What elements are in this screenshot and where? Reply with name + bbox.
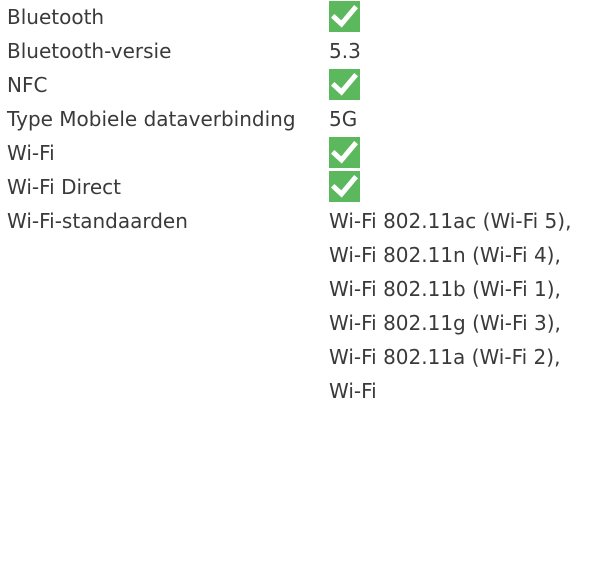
spec-value: [329, 170, 591, 204]
checkmark-icon: [329, 171, 360, 202]
spec-label: Bluetooth: [7, 5, 105, 29]
spec-label: Bluetooth-versie: [7, 39, 172, 63]
spec-row-bluetooth-versie: Bluetooth-versie 5.3: [0, 34, 609, 68]
spec-row-bluetooth: Bluetooth: [0, 0, 609, 34]
spec-value: 5G: [329, 107, 358, 131]
spec-value: [329, 136, 591, 170]
checkmark-icon: [329, 69, 360, 100]
spec-row-nfc: NFC: [0, 68, 609, 102]
spec-value: Wi-Fi 802.11ac (Wi-Fi 5), Wi-Fi 802.11n …: [329, 209, 572, 403]
spec-row-wifi-standaarden: Wi-Fi-standaarden Wi-Fi 802.11ac (Wi-Fi …: [0, 204, 609, 408]
spec-table: Bluetooth Bluetooth-versie 5.3 NFC Type …: [0, 0, 609, 408]
spec-label: Type Mobiele dataverbinding: [7, 107, 296, 131]
spec-label: Wi-Fi-standaarden: [7, 209, 188, 233]
spec-label: NFC: [7, 73, 48, 97]
checkmark-icon: [329, 1, 360, 32]
spec-value: [329, 68, 591, 102]
spec-row-mobile-data: Type Mobiele dataverbinding 5G: [0, 102, 609, 136]
spec-label: Wi-Fi Direct: [7, 175, 121, 199]
spec-value: 5.3: [329, 39, 361, 63]
spec-value: [329, 0, 591, 34]
spec-row-wifi: Wi-Fi: [0, 136, 609, 170]
spec-row-wifi-direct: Wi-Fi Direct: [0, 170, 609, 204]
checkmark-icon: [329, 137, 360, 168]
spec-label: Wi-Fi: [7, 141, 55, 165]
